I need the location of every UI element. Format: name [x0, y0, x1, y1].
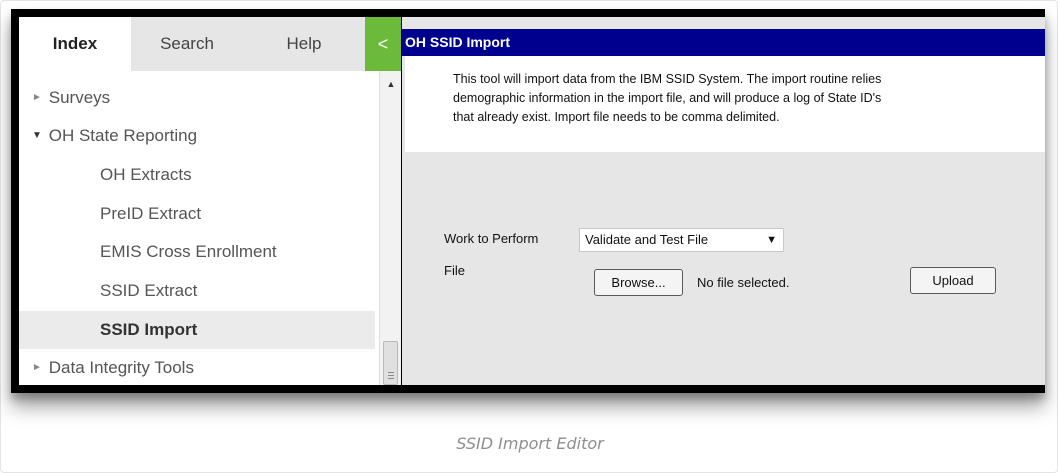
tree-item-ssid-extract[interactable]: SSID Extract	[19, 272, 375, 310]
tree-item-surveys[interactable]: ► Surveys	[19, 79, 375, 117]
tree-item-emis-cross-enrollment[interactable]: EMIS Cross Enrollment	[19, 233, 375, 271]
tab-index[interactable]: Index	[19, 17, 131, 71]
grip-icon	[388, 372, 394, 379]
tree-item-oh-extracts[interactable]: OH Extracts	[19, 156, 375, 194]
chevron-left-icon: <	[377, 34, 389, 54]
navigation-panel: Index Search Help < ► Surveys ▼ OH State…	[19, 17, 401, 385]
navigation-tree: ► Surveys ▼ OH State Reporting OH Extrac…	[19, 71, 375, 385]
collapse-panel-button[interactable]: <	[365, 17, 401, 71]
tree-item-label: Data Integrity Tools	[48, 358, 194, 377]
caret-down-icon: ▼	[32, 130, 42, 141]
tool-description: This tool will import data from the IBM …	[453, 72, 882, 124]
tree-item-label: OH State Reporting	[48, 126, 198, 145]
page-frame: Index Search Help < ► Surveys ▼ OH State…	[0, 0, 1058, 473]
tree-scrollbar[interactable]: ▲	[379, 71, 401, 385]
file-label: File	[444, 263, 465, 278]
tab-search[interactable]: Search	[131, 17, 243, 71]
image-caption: SSID Import Editor	[456, 434, 604, 453]
caret-right-icon: ►	[32, 362, 42, 373]
tree-item-label: OH Extracts	[100, 165, 192, 184]
tree-item-preid-extract[interactable]: PreID Extract	[19, 195, 375, 233]
tree-item-label: SSID Extract	[100, 281, 198, 300]
tree-item-label: SSID Import	[100, 320, 198, 339]
work-to-perform-label: Work to Perform	[444, 231, 539, 246]
dropdown-arrow-icon: ▼	[766, 234, 777, 246]
caret-right-icon: ►	[32, 92, 42, 103]
work-to-perform-select[interactable]: Validate and Test File ▼	[579, 228, 784, 252]
tree-item-label: EMIS Cross Enrollment	[100, 242, 277, 261]
tree-item-oh-state-reporting[interactable]: ▼ OH State Reporting	[19, 117, 375, 155]
file-status: No file selected.	[697, 275, 790, 290]
tab-help[interactable]: Help	[243, 17, 365, 71]
tab-bar: Index Search Help <	[19, 17, 401, 71]
tree-item-data-integrity-tools[interactable]: ► Data Integrity Tools	[19, 349, 375, 385]
screenshot: Index Search Help < ► Surveys ▼ OH State…	[11, 9, 1045, 393]
upload-button[interactable]: Upload	[910, 267, 996, 294]
scroll-up-arrow-icon[interactable]: ▲	[380, 79, 401, 93]
select-value: Validate and Test File	[585, 232, 709, 247]
tree-item-label: Surveys	[48, 88, 111, 107]
content-panel: OH SSID Import This tool will import dat…	[402, 17, 1045, 385]
scrollbar-thumb[interactable]	[383, 341, 398, 385]
browse-button[interactable]: Browse...	[594, 269, 683, 296]
tree-item-label: PreID Extract	[100, 204, 202, 223]
description-box: This tool will import data from the IBM …	[405, 56, 1045, 152]
tree-item-ssid-import[interactable]: SSID Import	[19, 311, 375, 349]
page-title: OH SSID Import	[402, 29, 1045, 56]
